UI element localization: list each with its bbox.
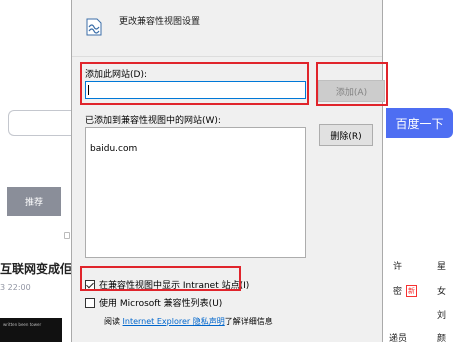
new-badge: 新 bbox=[406, 285, 417, 297]
intranet-checkbox-label[interactable]: 在兼容性视图中显示 Intranet 站点(I) bbox=[99, 278, 249, 291]
delete-button[interactable]: 删除(R) bbox=[319, 124, 373, 146]
microsoft-list-checkbox-label[interactable]: 使用 Microsoft 兼容性列表(U) bbox=[99, 296, 222, 309]
thumbnail-caption: written been tower bbox=[3, 322, 42, 327]
add-site-input[interactable] bbox=[85, 81, 306, 99]
news-time: 3 22:00 bbox=[0, 283, 31, 292]
privacy-prefix: 阅读 bbox=[104, 317, 123, 326]
intranet-checkbox[interactable] bbox=[85, 279, 95, 290]
dialog-title: 更改兼容性视图设置 bbox=[119, 17, 201, 27]
baidu-search-button[interactable]: 百度一下 bbox=[386, 108, 453, 138]
add-site-label: 添加此网站(D): bbox=[85, 70, 147, 80]
intranet-checkbox-row[interactable]: 在兼容性视图中显示 Intranet 站点(I) bbox=[85, 278, 249, 291]
hot-item[interactable]: 密 bbox=[393, 284, 402, 297]
text-caret bbox=[88, 85, 89, 95]
hot-item[interactable]: 刘 bbox=[437, 308, 446, 321]
hot-item[interactable]: 递员 bbox=[389, 331, 407, 342]
hot-item[interactable]: 女 bbox=[437, 284, 446, 297]
recommend-tab[interactable]: 推荐 bbox=[7, 187, 61, 216]
add-button[interactable]: 添加(A) bbox=[318, 80, 385, 102]
hot-item[interactable]: 星 bbox=[437, 259, 446, 272]
hot-item[interactable]: 颜 bbox=[437, 331, 446, 342]
video-thumbnail[interactable]: written been tower bbox=[0, 318, 62, 342]
small-doc-icon bbox=[64, 232, 70, 239]
privacy-link[interactable]: Internet Explorer 隐私声明 bbox=[123, 317, 225, 326]
site-list-label: 已添加到兼容性视图中的网站(W): bbox=[85, 116, 221, 126]
compatibility-view-dialog: 更改兼容性视图设置 添加此网站(D): 添加(A) 已添加到兼容性视图中的网站(… bbox=[71, 0, 385, 342]
list-item[interactable]: baidu.com bbox=[90, 144, 137, 154]
microsoft-list-checkbox-row[interactable]: 使用 Microsoft 兼容性列表(U) bbox=[85, 296, 222, 309]
news-headline[interactable]: 互联网变成佢 bbox=[0, 260, 72, 277]
privacy-suffix: 了解详细信息 bbox=[224, 317, 273, 326]
hot-item[interactable]: 许 bbox=[393, 259, 402, 272]
microsoft-list-checkbox[interactable] bbox=[85, 297, 95, 308]
compatibility-view-icon bbox=[86, 18, 102, 36]
privacy-text: 阅读 Internet Explorer 隐私声明了解详细信息 bbox=[104, 316, 273, 327]
divider bbox=[72, 56, 382, 57]
site-list[interactable]: baidu.com bbox=[85, 127, 306, 258]
